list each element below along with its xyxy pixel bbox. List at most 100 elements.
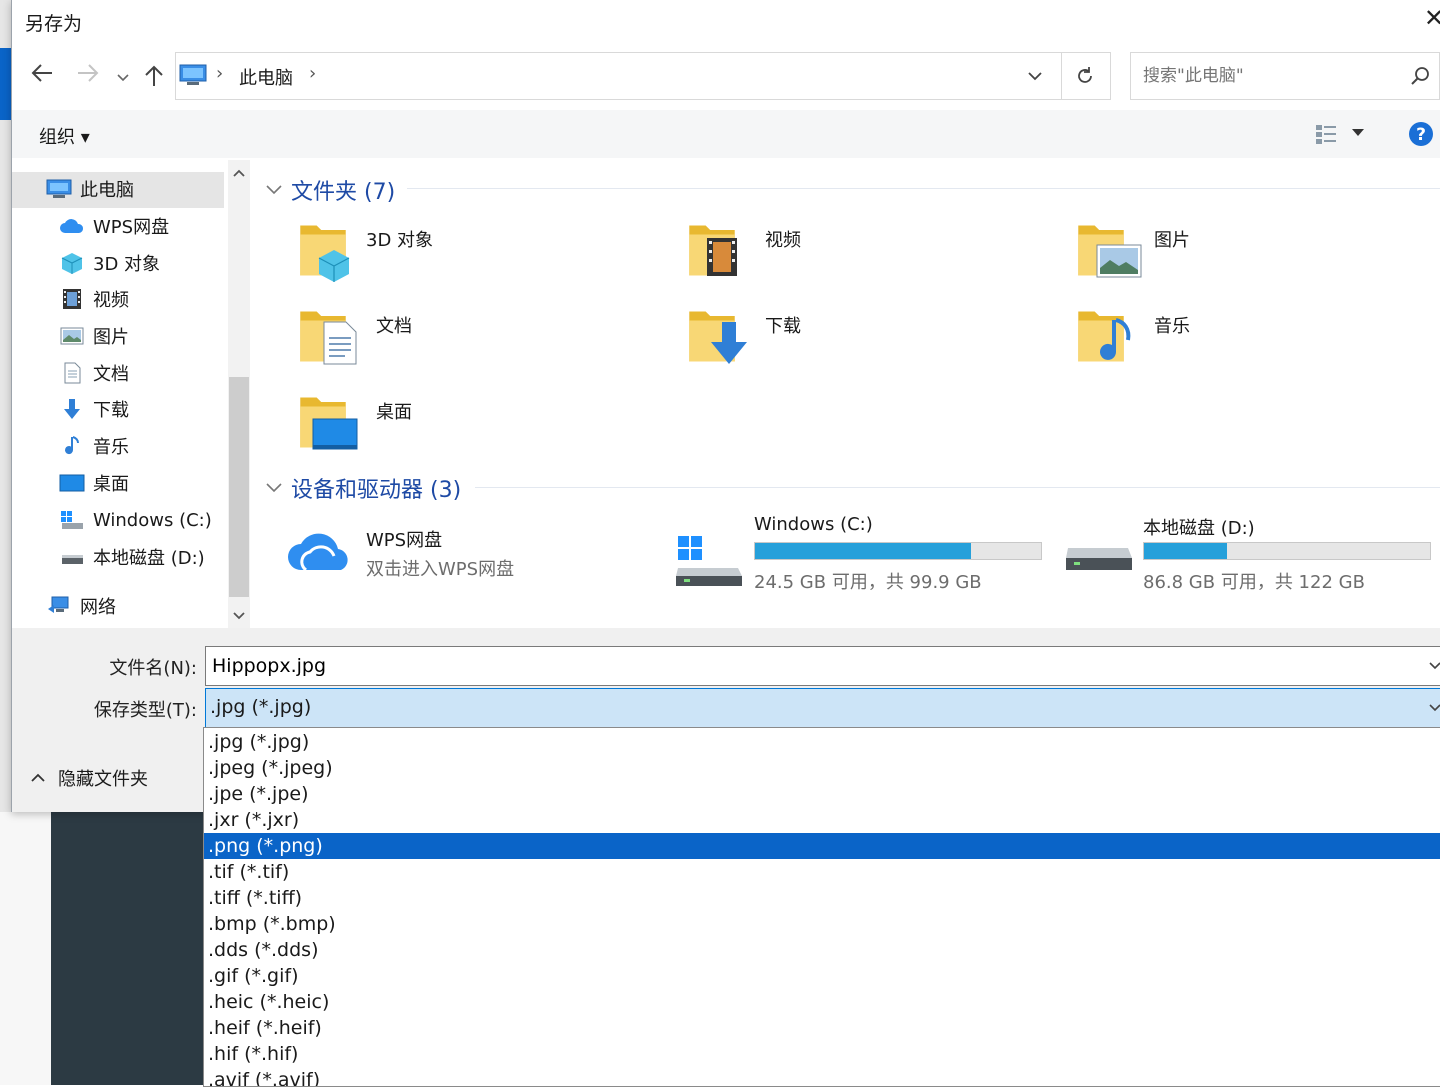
filetype-option[interactable]: .hif (*.hif) bbox=[204, 1041, 1440, 1067]
nav-item-wps-drive[interactable]: WPS网盘 bbox=[59, 208, 169, 244]
scroll-down-arrow-icon[interactable] bbox=[232, 611, 246, 621]
arrow-left-icon bbox=[31, 64, 52, 82]
folder-tile-documents[interactable]: 文档 bbox=[290, 302, 650, 378]
folder-label: 视频 bbox=[765, 230, 801, 251]
computer-icon bbox=[179, 64, 207, 85]
chevron-down-icon[interactable] bbox=[1027, 71, 1043, 81]
nav-item-local-disk-d[interactable]: 本地磁盘 (D:) bbox=[59, 539, 205, 575]
forward-button[interactable] bbox=[76, 62, 100, 90]
refresh-icon bbox=[1078, 67, 1092, 83]
nav-item-label: 下载 bbox=[93, 400, 129, 421]
breadcrumb-separator: › bbox=[216, 63, 224, 84]
filename-field[interactable] bbox=[205, 646, 1440, 686]
address-bar[interactable]: › 此电脑 › bbox=[175, 52, 1062, 100]
filetype-option[interactable]: .tif (*.tif) bbox=[204, 859, 1440, 885]
filetype-option[interactable]: .heif (*.heif) bbox=[204, 1015, 1440, 1041]
download-icon bbox=[64, 399, 80, 419]
device-subtitle: 86.8 GB 可用，共 122 GB bbox=[1143, 572, 1365, 593]
folder-tile-downloads[interactable]: 下载 bbox=[679, 302, 1039, 378]
filetype-option-highlighted[interactable]: .png (*.png) bbox=[204, 833, 1440, 859]
device-label: WPS网盘 bbox=[366, 530, 443, 551]
folder-label: 桌面 bbox=[376, 402, 412, 423]
nav-item-desktop[interactable]: 桌面 bbox=[59, 465, 129, 501]
folder-tile-music[interactable]: 音乐 bbox=[1068, 302, 1428, 378]
picture-icon bbox=[60, 327, 84, 345]
device-label: 本地磁盘 (D:) bbox=[1143, 518, 1255, 539]
window-title: 另存为 bbox=[25, 13, 83, 35]
folder-tile-pictures[interactable]: 图片 bbox=[1068, 216, 1428, 292]
drive-usage-bar bbox=[754, 542, 1042, 560]
nav-item-downloads[interactable]: 下载 bbox=[59, 391, 129, 427]
background-accent-strip bbox=[0, 48, 11, 120]
background-dark-panel bbox=[51, 812, 211, 1085]
nav-item-documents[interactable]: 文档 bbox=[59, 355, 129, 391]
nav-item-this-pc[interactable]: 此电脑 bbox=[46, 171, 134, 207]
folder-tile-desktop[interactable]: 桌面 bbox=[290, 388, 650, 464]
refresh-button[interactable] bbox=[1060, 52, 1111, 100]
device-tile-wps-drive[interactable]: WPS网盘 双击进入WPS网盘 bbox=[284, 512, 654, 588]
nav-scrollbar-thumb[interactable] bbox=[229, 377, 249, 597]
nav-item-label: 桌面 bbox=[93, 474, 129, 495]
search-box[interactable] bbox=[1130, 52, 1440, 100]
filename-label: 文件名(N): bbox=[109, 658, 197, 679]
recent-locations-button[interactable] bbox=[116, 68, 130, 87]
close-button[interactable]: ✕ bbox=[1424, 4, 1440, 32]
desktop-icon bbox=[59, 474, 85, 492]
hide-folders-toggle[interactable]: 隐藏文件夹 bbox=[30, 765, 148, 791]
folder-label: 音乐 bbox=[1154, 316, 1190, 337]
drive-usage-fill bbox=[1144, 543, 1227, 559]
devices-group-title: 设备和驱动器 (3) bbox=[291, 478, 462, 503]
nav-item-pictures[interactable]: 图片 bbox=[59, 318, 129, 354]
breadcrumb-separator[interactable]: › bbox=[309, 63, 316, 84]
up-button[interactable] bbox=[143, 64, 165, 92]
desktop-icon bbox=[312, 418, 358, 450]
filetype-option[interactable]: .jpeg (*.jpeg) bbox=[204, 755, 1440, 781]
folder-tile-videos[interactable]: 视频 bbox=[679, 216, 1039, 292]
view-dropdown-arrow-icon[interactable] bbox=[1352, 129, 1364, 137]
filetype-option[interactable]: .jxr (*.jxr) bbox=[204, 807, 1440, 833]
nav-item-network[interactable]: 网络 bbox=[46, 588, 116, 624]
chevron-down-icon[interactable] bbox=[1428, 703, 1440, 713]
device-tile-local-disk-d[interactable]: 本地磁盘 (D:) 86.8 GB 可用，共 122 GB bbox=[1064, 512, 1440, 593]
devices-group-header[interactable]: 设备和驱动器 (3) bbox=[265, 472, 461, 504]
back-button[interactable] bbox=[30, 62, 54, 90]
view-options-icon[interactable] bbox=[1314, 122, 1338, 146]
scroll-up-arrow-icon[interactable] bbox=[232, 168, 246, 178]
cloud-icon bbox=[60, 219, 84, 233]
nav-item-3d-objects[interactable]: 3D 对象 bbox=[59, 245, 160, 281]
breadcrumb-this-pc[interactable]: 此电脑 bbox=[239, 64, 293, 90]
nav-item-label: 本地磁盘 (D:) bbox=[93, 548, 205, 569]
folders-group-header[interactable]: 文件夹 (7) bbox=[265, 174, 395, 206]
nav-item-label: Windows (C:) bbox=[93, 509, 212, 531]
filetype-option[interactable]: .heic (*.heic) bbox=[204, 989, 1440, 1015]
filetype-option[interactable]: .dds (*.dds) bbox=[204, 937, 1440, 963]
filetype-option[interactable]: .gif (*.gif) bbox=[204, 963, 1440, 989]
organize-menu[interactable]: 组织 ▾ bbox=[39, 123, 90, 149]
search-input[interactable] bbox=[1141, 62, 1395, 90]
folder-tile-3d-objects[interactable]: 3D 对象 bbox=[290, 216, 650, 292]
nav-item-windows-c[interactable]: Windows (C:) bbox=[59, 502, 212, 538]
filetype-option[interactable]: .tiff (*.tiff) bbox=[204, 885, 1440, 911]
chevron-down-icon bbox=[266, 185, 282, 195]
device-label: Windows (C:) bbox=[754, 514, 873, 535]
filetype-option[interactable]: .jpg (*.jpg) bbox=[204, 729, 1440, 755]
chevron-down-icon[interactable] bbox=[1428, 661, 1440, 671]
chevron-up-icon bbox=[31, 773, 45, 782]
nav-item-label: 此电脑 bbox=[80, 180, 134, 201]
filename-input[interactable] bbox=[210, 652, 1414, 680]
nav-item-music[interactable]: 音乐 bbox=[59, 428, 129, 464]
filetype-select[interactable]: .jpg (*.jpg) bbox=[205, 688, 1440, 728]
nav-item-videos[interactable]: 视频 bbox=[59, 281, 129, 317]
filetype-option[interactable]: .avif (*.avif) bbox=[204, 1067, 1440, 1086]
device-tile-windows-c[interactable]: Windows (C:) 24.5 GB 可用，共 99.9 GB bbox=[674, 512, 1054, 593]
chevron-down-icon bbox=[117, 74, 129, 82]
help-icon[interactable]: ? bbox=[1408, 121, 1434, 147]
filetype-selected-value: .jpg (*.jpg) bbox=[210, 696, 312, 718]
windows-drive-icon bbox=[61, 511, 83, 529]
drive-usage-fill bbox=[755, 543, 971, 559]
folders-group-title: 文件夹 (7) bbox=[291, 180, 396, 205]
download-icon bbox=[711, 322, 747, 364]
filetype-option[interactable]: .bmp (*.bmp) bbox=[204, 911, 1440, 937]
arrow-right-icon bbox=[78, 64, 99, 82]
filetype-option[interactable]: .jpe (*.jpe) bbox=[204, 781, 1440, 807]
